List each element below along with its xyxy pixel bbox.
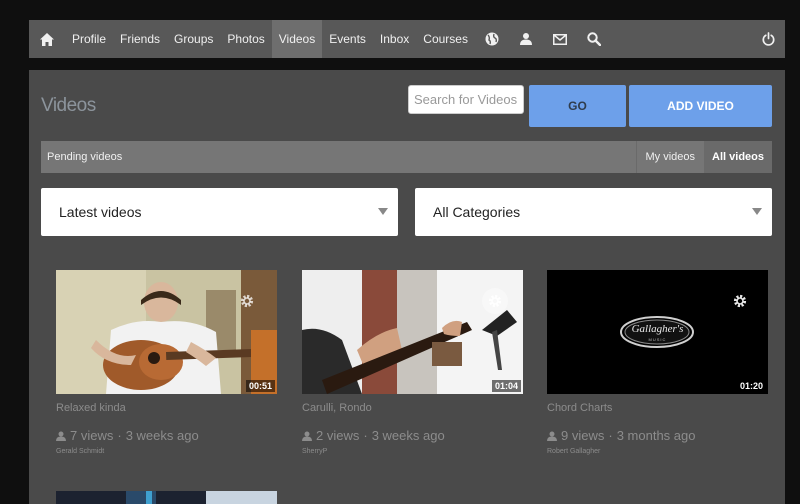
user-icon [56, 431, 66, 441]
messages-button[interactable] [543, 20, 577, 58]
nav-photos[interactable]: Photos [220, 20, 271, 58]
friend-requests-button[interactable] [509, 20, 543, 58]
sort-select[interactable]: Latest videos [41, 188, 398, 236]
video-duration: 00:51 [245, 380, 275, 392]
sort-select-value: Latest videos [59, 204, 142, 220]
video-card: 00:51 Relaxed kinda 7 views · 3 weeks ag… [56, 270, 277, 455]
gear-icon [488, 294, 502, 308]
gear-icon [733, 294, 747, 308]
video-thumbnail[interactable]: 01:04 [302, 270, 523, 394]
globe-icon [485, 32, 499, 46]
video-author[interactable]: SherryP [302, 448, 523, 455]
video-age: 3 months ago [616, 428, 696, 443]
user-icon [302, 431, 312, 441]
video-thumbnail-image [56, 491, 277, 504]
search-input[interactable] [408, 85, 524, 114]
user-icon [519, 33, 532, 45]
chevron-down-icon [378, 208, 388, 215]
search-icon [587, 32, 601, 46]
gallaghers-logo-subtext: MUSIC [648, 337, 667, 342]
search-button[interactable] [577, 20, 611, 58]
add-video-button[interactable]: ADD VIDEO [629, 85, 772, 127]
nav-events[interactable]: Events [322, 20, 373, 58]
video-card: Gallagher's MUSIC 01:20 Chord Charts 9 v… [547, 270, 768, 455]
nav-profile[interactable]: Profile [65, 20, 113, 58]
stats-separator: · [363, 428, 368, 443]
page-title: Videos [41, 95, 96, 116]
video-thumbnail[interactable]: Gallagher's MUSIC 01:20 [547, 270, 768, 394]
go-button[interactable]: GO [529, 85, 626, 127]
video-tabs: Pending videos My videos All videos [41, 141, 772, 173]
video-stats: 2 views · 3 weeks ago [302, 428, 523, 443]
home-button[interactable] [29, 20, 65, 58]
top-navbar: Profile Friends Groups Photos Videos Eve… [29, 20, 785, 58]
video-title[interactable]: Relaxed kinda [56, 402, 277, 414]
video-thumbnail-partial[interactable] [56, 491, 277, 504]
video-author[interactable]: Robert Gallagher [547, 448, 768, 455]
tab-my-videos[interactable]: My videos [635, 141, 705, 173]
video-thumbnail[interactable]: 00:51 [56, 270, 277, 394]
video-duration: 01:20 [739, 381, 763, 391]
user-icon [547, 431, 557, 441]
video-author[interactable]: Gerald Schmidt [56, 448, 277, 455]
video-card: 01:04 Carulli, Rondo 2 views · 3 weeks a… [302, 270, 523, 455]
video-settings-button[interactable] [727, 288, 753, 314]
gallaghers-logo-text: Gallagher's [631, 323, 684, 335]
globe-button[interactable] [475, 20, 509, 58]
stats-separator: · [608, 428, 613, 443]
nav-groups[interactable]: Groups [167, 20, 220, 58]
tab-pending-videos[interactable]: Pending videos [41, 151, 636, 163]
tab-all-videos[interactable]: All videos [704, 141, 772, 173]
video-settings-button[interactable] [482, 288, 508, 314]
video-stats: 9 views · 3 months ago [547, 428, 768, 443]
chevron-down-icon [752, 208, 762, 215]
power-icon [761, 32, 775, 46]
video-title[interactable]: Chord Charts [547, 402, 768, 414]
video-views: 9 views [561, 428, 605, 443]
video-age: 3 weeks ago [125, 428, 199, 443]
video-views: 7 views [70, 428, 114, 443]
video-stats: 7 views · 3 weeks ago [56, 428, 277, 443]
nav-videos[interactable]: Videos [271, 20, 323, 58]
video-settings-button[interactable] [234, 288, 260, 314]
category-select-value: All Categories [433, 204, 521, 220]
logout-button[interactable] [751, 20, 785, 58]
home-icon [40, 32, 54, 46]
nav-courses[interactable]: Courses [416, 20, 475, 58]
stats-separator: · [117, 428, 122, 443]
video-duration: 01:04 [491, 380, 521, 392]
videos-panel: Videos GO ADD VIDEO Pending videos My vi… [29, 70, 785, 504]
gear-icon [240, 294, 254, 308]
category-select[interactable]: All Categories [415, 188, 772, 236]
video-age: 3 weeks ago [371, 428, 445, 443]
nav-friends[interactable]: Friends [113, 20, 167, 58]
video-title[interactable]: Carulli, Rondo [302, 402, 523, 414]
mail-icon [552, 33, 567, 45]
video-views: 2 views [316, 428, 360, 443]
nav-inbox[interactable]: Inbox [373, 20, 416, 58]
